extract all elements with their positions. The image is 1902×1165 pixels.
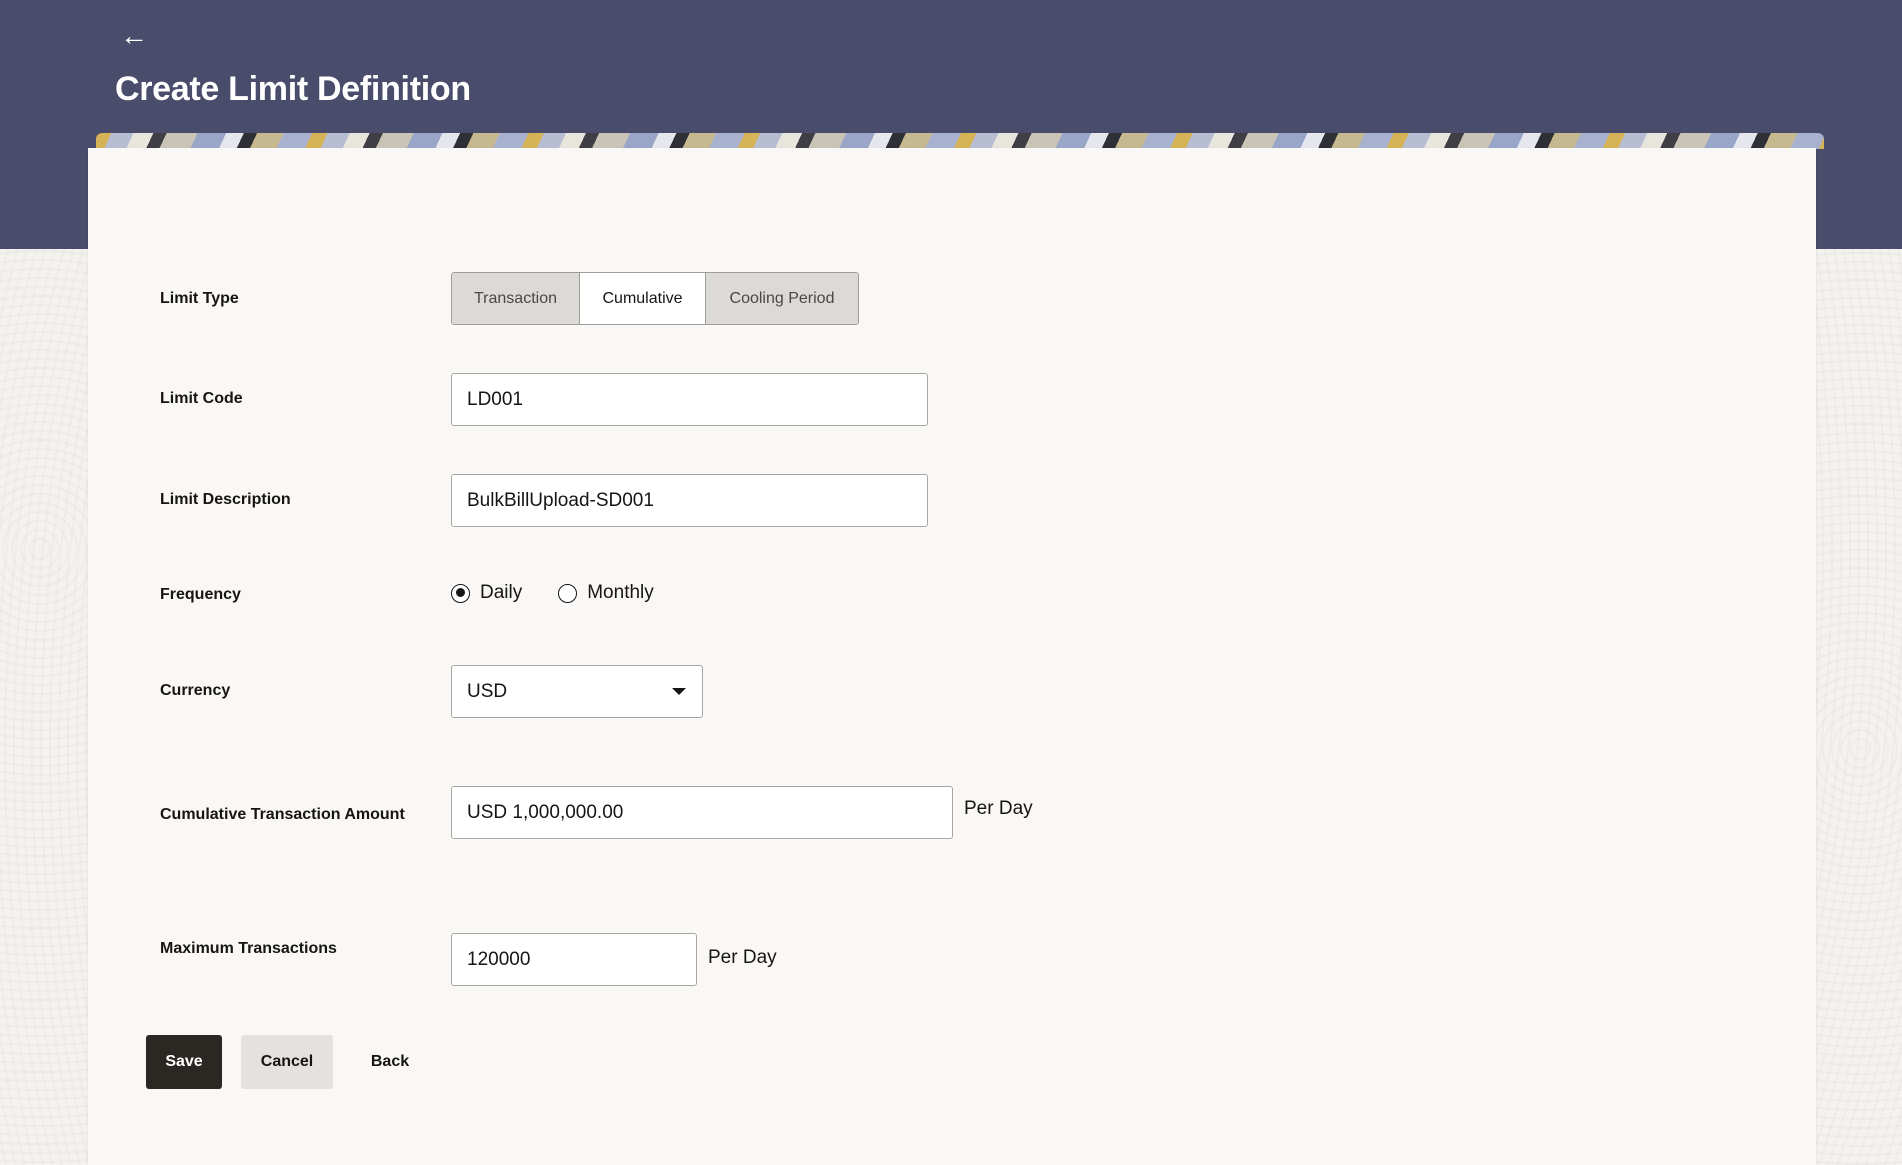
back-button[interactable]: Back [350, 1035, 430, 1089]
frequency-monthly-label: Monthly [587, 582, 654, 603]
cancel-button[interactable]: Cancel [241, 1035, 333, 1089]
frequency-daily-radio[interactable]: Daily [451, 582, 522, 604]
radio-checked-icon [451, 583, 470, 603]
limit-description-input[interactable]: BulkBillUpload-SD001 [451, 474, 928, 527]
limit-code-input[interactable]: LD001 [451, 373, 928, 426]
currency-select[interactable]: USD [451, 665, 703, 718]
decorative-banner [96, 133, 1824, 149]
limit-type-cooling-period-button[interactable]: Cooling Period [706, 273, 858, 324]
chevron-down-icon [672, 688, 686, 695]
frequency-label: Frequency [160, 586, 241, 603]
page: ← Create Limit Definition Limit Type Tra… [0, 0, 1902, 1165]
cumulative-amount-input[interactable]: USD 1,000,000.00 [451, 786, 953, 839]
limit-description-label: Limit Description [160, 491, 291, 508]
frequency-daily-label: Daily [480, 582, 523, 603]
limit-code-label: Limit Code [160, 390, 243, 407]
cumulative-amount-label: Cumulative Transaction Amount [160, 806, 405, 823]
cumulative-amount-suffix: Per Day [964, 798, 1033, 819]
frequency-monthly-radio[interactable]: Monthly [558, 582, 654, 604]
currency-selected-value: USD [467, 680, 508, 702]
max-transactions-suffix: Per Day [708, 947, 777, 968]
max-transactions-label: Maximum Transactions [160, 940, 337, 957]
form-card: Limit Type Transaction Cumulative Coolin… [88, 148, 1816, 1165]
limit-type-label: Limit Type [160, 290, 239, 307]
limit-type-cumulative-button[interactable]: Cumulative [580, 273, 706, 324]
limit-type-transaction-button[interactable]: Transaction [452, 273, 580, 324]
limit-type-segmented-control: Transaction Cumulative Cooling Period [451, 272, 859, 325]
arrow-left-icon[interactable]: ← [120, 20, 152, 52]
max-transactions-input[interactable]: 120000 [451, 933, 697, 986]
radio-unchecked-icon [558, 583, 578, 603]
page-title: Create Limit Definition [115, 70, 471, 108]
frequency-radio-group: Daily Monthly [451, 582, 690, 604]
currency-label: Currency [160, 682, 231, 699]
save-button[interactable]: Save [146, 1035, 222, 1089]
